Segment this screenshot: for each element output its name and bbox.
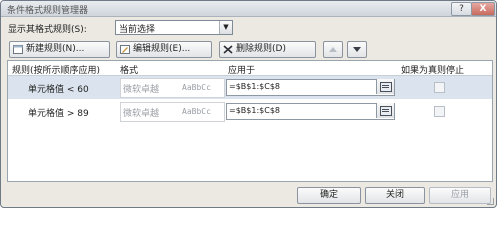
applies-to-field[interactable]: =$B$1:$C$8 — [226, 79, 395, 96]
apply-button[interactable]: 应用 — [429, 187, 491, 204]
title-bar: 条件格式规则管理器 ? X — [1, 1, 496, 17]
new-rule-label: 新建规则(N)... — [26, 44, 85, 54]
delete-rule-label: 删除规则(D) — [236, 44, 286, 54]
format-preview: 微软卓越 AaBbCc — [120, 102, 225, 122]
help-button[interactable]: ? — [451, 2, 472, 16]
format-preview-en: AaBbCc — [182, 83, 211, 92]
format-preview-cn: 微软卓越 — [123, 85, 160, 95]
edit-rule-button[interactable]: 编辑规则(E)... — [116, 41, 212, 58]
rule-description: 单元格值 < 60 — [28, 85, 89, 95]
header-applies-to: 应用于 — [228, 66, 256, 76]
move-down-button[interactable] — [347, 41, 367, 58]
format-preview-cn: 微软卓越 — [123, 109, 160, 119]
resize-grip[interactable] — [487, 198, 494, 205]
table-header: 规则(按所示顺序应用) 格式 应用于 如果为真则停止 — [8, 61, 492, 76]
move-up-button[interactable] — [323, 41, 343, 58]
scope-label: 显示其格式规则(S): — [8, 25, 87, 35]
close-button[interactable]: 关闭 — [365, 187, 425, 204]
new-rule-icon — [13, 45, 23, 54]
ok-button[interactable]: 确定 — [297, 187, 361, 204]
edit-rule-label: 编辑规则(E)... — [133, 44, 191, 54]
format-preview: 微软卓越 AaBbCc — [120, 78, 225, 98]
move-up-icon — [329, 47, 337, 52]
format-preview-en: AaBbCc — [182, 107, 211, 116]
header-format: 格式 — [120, 66, 139, 76]
applies-to-value: =$B$1:$C$8 — [229, 82, 281, 91]
delete-x-icon — [223, 45, 233, 54]
close-window-button[interactable]: X — [471, 2, 495, 16]
scope-select[interactable]: 当前选择 ▼ — [115, 20, 233, 35]
applies-to-field[interactable]: =$B$1:$C$8 — [226, 103, 395, 120]
dialog-window: 条件格式规则管理器 ? X 显示其格式规则(S): 当前选择 ▼ 新建规则(N)… — [0, 0, 497, 208]
header-rule: 规则(按所示顺序应用) — [12, 66, 101, 76]
stop-if-true-checkbox[interactable] — [434, 106, 445, 117]
range-picker-icon — [380, 106, 392, 116]
move-down-icon — [353, 47, 361, 52]
delete-rule-button[interactable]: 删除规则(D) — [219, 41, 316, 58]
chevron-down-icon[interactable]: ▼ — [219, 21, 232, 34]
stop-if-true-checkbox[interactable] — [434, 82, 445, 93]
applies-to-value: =$B$1:$C$8 — [229, 106, 281, 115]
rules-table: 规则(按所示顺序应用) 格式 应用于 如果为真则停止 单元格值 < 60 微软卓… — [7, 60, 493, 182]
table-row[interactable]: 单元格值 < 60 微软卓越 AaBbCc =$B$1:$C$8 — [8, 76, 492, 99]
scope-selected-value: 当前选择 — [119, 25, 156, 35]
rule-description: 单元格值 > 89 — [28, 109, 89, 119]
table-row[interactable]: 单元格值 > 89 微软卓越 AaBbCc =$B$1:$C$8 — [8, 100, 492, 123]
edit-rule-icon — [120, 45, 130, 54]
range-picker-button[interactable] — [376, 103, 394, 118]
range-picker-button[interactable] — [376, 79, 394, 94]
header-stop-if-true: 如果为真则停止 — [401, 66, 465, 76]
new-rule-button[interactable]: 新建规则(N)... — [9, 41, 110, 58]
range-picker-icon — [380, 82, 392, 92]
window-title: 条件格式规则管理器 — [7, 6, 89, 16]
